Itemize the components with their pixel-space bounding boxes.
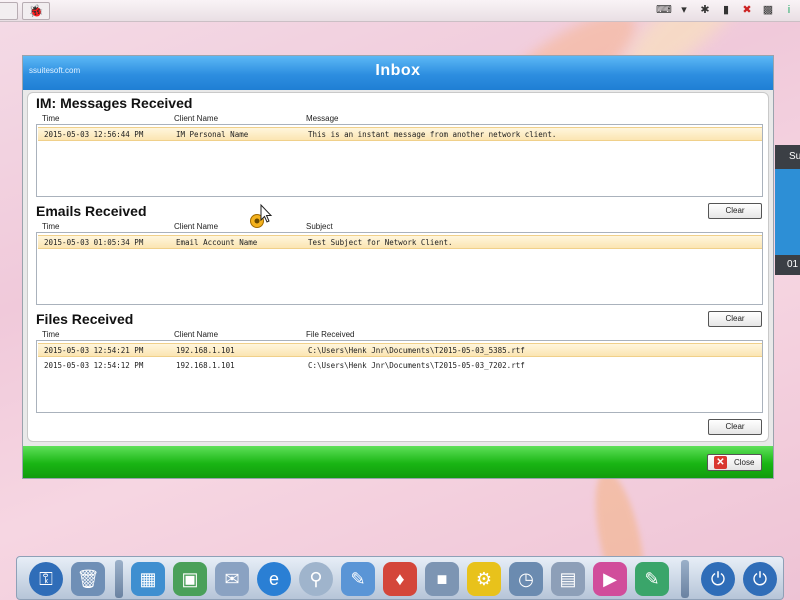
info-icon[interactable]: i [782,3,796,17]
widget-body [775,169,800,255]
window-footer: ✕ Close [23,446,773,478]
table-row[interactable]: 2015-05-03 12:54:12 PM 192.168.1.101 C:\… [38,359,762,373]
widget-date-label: 01 [775,255,800,275]
email-col-subject: Subject [306,222,333,231]
paint-icon[interactable]: ✎ [635,562,669,596]
email-list[interactable]: 2015-05-03 01:05:34 PM Email Account Nam… [36,232,763,305]
file-row-time: 2015-05-03 12:54:21 PM [44,346,144,355]
taskbar-app-button[interactable] [0,2,18,20]
system-tray: ⌨ ▾ ✱ ▮ ✖ ▩ i [656,3,796,17]
widget-day-label: Su [775,145,800,169]
app-icon[interactable]: ▦ [131,562,165,596]
search-icon[interactable]: ⚲ [299,562,333,596]
im-col-time: Time [42,114,60,123]
trash-icon[interactable]: 🗑 [71,562,105,596]
clear-im-button[interactable]: Clear [708,203,762,219]
battery-icon[interactable]: ▮ [719,3,733,17]
close-label: Close [734,458,755,467]
clear-emails-button[interactable]: Clear [708,311,762,327]
folder-clock-icon[interactable]: ◷ [509,562,543,596]
keyboard-icon[interactable]: ⌨ [656,3,672,17]
close-icon: ✕ [714,456,727,469]
application-dock: ⚿ 🗑 ▦ ▣ ✉ e ⚲ ✎ ♦ ■ ⚙ ◷ ▤ ▶ ✎ ⏻ ⏻ [16,556,784,600]
im-row-client: IM Personal Name [176,130,249,139]
bluetooth-icon[interactable]: ✱ [698,3,712,17]
table-row[interactable]: 2015-05-03 12:56:44 PM IM Personal Name … [38,127,762,141]
key-icon[interactable]: ⚿ [29,562,63,596]
email-row-subject: Test Subject for Network Client. [308,238,453,247]
notepad-icon[interactable]: ✎ [341,562,375,596]
network-error-icon[interactable]: ✖ [740,3,754,17]
email-row-client: Email Account Name [176,238,258,247]
emails-section-title: Emails Received [36,203,147,219]
shutdown-icon[interactable]: ⏻ [743,562,777,596]
ladybug-icon[interactable]: 🐞 [22,2,50,20]
close-button[interactable]: ✕ Close [707,454,762,471]
email-row-time: 2015-05-03 01:05:34 PM [44,238,144,247]
file-col-file: File Received [306,330,355,339]
dock-separator [115,560,123,598]
file-row-path: C:\Users\Henk Jnr\Documents\T2015-05-03_… [308,361,525,370]
power-icon[interactable]: ⏻ [701,562,735,596]
dropdown-icon[interactable]: ▾ [677,3,691,17]
file-row-time: 2015-05-03 12:54:12 PM [44,361,144,370]
file-col-client: Client Name [174,330,219,339]
side-calendar-widget[interactable]: Su 01 [775,145,800,275]
files-section-title: Files Received [36,311,134,327]
files-list[interactable]: 2015-05-03 12:54:21 PM 192.168.1.101 C:\… [36,340,763,413]
mail-icon[interactable]: ✉ [215,562,249,596]
top-taskbar: 🐞 ⌨ ▾ ✱ ▮ ✖ ▩ i [0,0,800,22]
inbox-content-panel: IM: Messages Received Time Client Name M… [27,92,769,442]
im-section-title: IM: Messages Received [36,95,193,111]
window-title: Inbox [375,62,421,79]
clear-files-button[interactable]: Clear [708,419,762,435]
file-row-client: 192.168.1.101 [176,346,235,355]
inbox-window: ssuitesoft.com Inbox IM: Messages Receiv… [22,55,774,479]
gear-icon[interactable]: ⚙ [467,562,501,596]
table-row[interactable]: 2015-05-03 12:54:21 PM 192.168.1.101 C:\… [38,343,762,357]
disk-icon[interactable]: ■ [425,562,459,596]
table-row[interactable]: 2015-05-03 01:05:34 PM Email Account Nam… [38,235,762,249]
im-row-message: This is an instant message from another … [308,130,557,139]
file-row-path: C:\Users\Henk Jnr\Documents\T2015-05-03_… [308,346,525,355]
im-row-time: 2015-05-03 12:56:44 PM [44,130,144,139]
media-icon[interactable]: ▶ [593,562,627,596]
browser-icon[interactable]: e [257,562,291,596]
window-title-bar[interactable]: ssuitesoft.com Inbox [23,56,773,90]
email-col-client: Client Name [174,222,219,231]
slides-icon[interactable]: ▤ [551,562,585,596]
dock-separator [681,560,689,598]
busy-cursor-icon [250,203,273,228]
file-col-time: Time [42,330,60,339]
im-col-message: Message [306,114,339,123]
file-row-client: 192.168.1.101 [176,361,235,370]
email-col-time: Time [42,222,60,231]
network-icon[interactable]: ▣ [173,562,207,596]
signal-icon[interactable]: ▩ [761,3,775,17]
puzzle-icon[interactable]: ♦ [383,562,417,596]
im-col-client: Client Name [174,114,219,123]
im-message-list[interactable]: 2015-05-03 12:56:44 PM IM Personal Name … [36,124,763,197]
